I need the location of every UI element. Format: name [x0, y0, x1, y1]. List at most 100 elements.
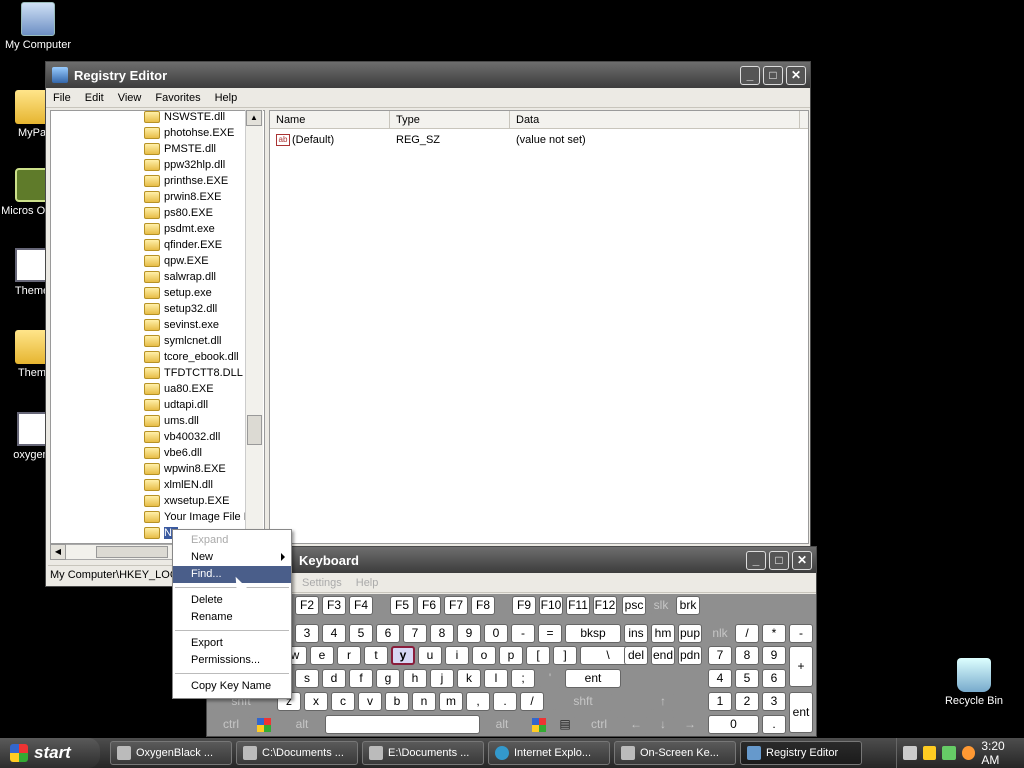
- key-alt[interactable]: alt: [482, 715, 522, 734]
- tree-item[interactable]: vbe6.dll: [51, 445, 264, 461]
- desktop-icon-my-computer[interactable]: My Computer: [0, 2, 76, 51]
- key-[interactable]: *: [762, 624, 786, 643]
- tree-item[interactable]: Your Image File N: [51, 509, 264, 525]
- tree-item[interactable]: psdmt.exe: [51, 221, 264, 237]
- start-button[interactable]: start: [0, 738, 100, 768]
- key-8[interactable]: 8: [735, 646, 759, 665]
- task-oxygenblack[interactable]: OxygenBlack ...: [110, 741, 232, 765]
- key-0[interactable]: 0: [484, 624, 508, 643]
- task-internet-explorer[interactable]: Internet Explo...: [488, 741, 610, 765]
- menu-help[interactable]: Help: [349, 577, 386, 589]
- key-F7[interactable]: F7: [444, 596, 468, 615]
- key-F6[interactable]: F6: [417, 596, 441, 615]
- key-brk[interactable]: brk: [676, 596, 700, 615]
- key-psc[interactable]: psc: [622, 596, 646, 615]
- titlebar[interactable]: Keyboard _ □ ✕: [207, 547, 816, 573]
- tree-item[interactable]: PMSTE.dll: [51, 141, 264, 157]
- registry-tree[interactable]: NSWSTE.dll photohse.EXE PMSTE.dll ppw32hlp.…: [50, 110, 265, 544]
- maximize-button[interactable]: □: [769, 550, 789, 570]
- arrow-right-key-icon[interactable]: →: [678, 715, 702, 734]
- key-s[interactable]: s: [295, 669, 319, 688]
- key-k[interactable]: k: [457, 669, 481, 688]
- tree-item[interactable]: setup32.dll: [51, 301, 264, 317]
- tree-item[interactable]: ums.dll: [51, 413, 264, 429]
- context-new[interactable]: New: [173, 549, 291, 566]
- tree-item[interactable]: qfinder.EXE: [51, 237, 264, 253]
- windows-key-icon[interactable]: [252, 715, 276, 734]
- key-ent[interactable]: ent: [789, 692, 813, 733]
- menu-edit[interactable]: Edit: [78, 92, 111, 104]
- list-row[interactable]: ab (Default) REG_SZ (value not set): [270, 131, 808, 149]
- key-[interactable]: [: [526, 646, 550, 665]
- key-b[interactable]: b: [385, 692, 409, 711]
- key-[interactable]: -: [789, 624, 813, 643]
- key-ins[interactable]: ins: [624, 624, 648, 643]
- task-registry-editor[interactable]: Registry Editor: [740, 741, 862, 765]
- key-5[interactable]: 5: [349, 624, 373, 643]
- tree-item[interactable]: printhse.EXE: [51, 173, 264, 189]
- tree-item[interactable]: prwin8.EXE: [51, 189, 264, 205]
- key-bksp[interactable]: bksp: [565, 624, 621, 643]
- key-h[interactable]: h: [403, 669, 427, 688]
- key-6[interactable]: 6: [376, 624, 400, 643]
- network-icon[interactable]: [942, 746, 956, 760]
- key-F12[interactable]: F12: [593, 596, 617, 615]
- key-F10[interactable]: F10: [539, 596, 563, 615]
- key-u[interactable]: u: [418, 646, 442, 665]
- key-nlk[interactable]: nlk: [708, 624, 732, 643]
- key-F4[interactable]: F4: [349, 596, 373, 615]
- close-button[interactable]: ✕: [786, 65, 806, 85]
- key-F5[interactable]: F5: [390, 596, 414, 615]
- tree-item[interactable]: symlcnet.dll: [51, 333, 264, 349]
- key-ctrl[interactable]: ctrl: [211, 715, 251, 734]
- key-F11[interactable]: F11: [566, 596, 590, 615]
- key-end[interactable]: end: [651, 646, 675, 665]
- key-f[interactable]: f: [349, 669, 373, 688]
- key-e[interactable]: e: [310, 646, 334, 665]
- context-rename[interactable]: Rename: [173, 609, 291, 626]
- arrow-down-key-icon[interactable]: ↓: [651, 715, 675, 734]
- key-1[interactable]: 1: [708, 692, 732, 711]
- task-e-documents[interactable]: E:\Documents ...: [362, 741, 484, 765]
- desktop-icon-recycle-bin[interactable]: Recycle Bin: [936, 658, 1012, 707]
- key-F3[interactable]: F3: [322, 596, 346, 615]
- key-x[interactable]: x: [304, 692, 328, 711]
- context-copy-key-name[interactable]: Copy Key Name: [173, 678, 291, 695]
- key-[interactable]: -: [511, 624, 535, 643]
- key-v[interactable]: v: [358, 692, 382, 711]
- context-export[interactable]: Export: [173, 635, 291, 652]
- arrow-up-key-icon[interactable]: ↑: [651, 692, 675, 711]
- key-[interactable]: =: [538, 624, 562, 643]
- tree-item[interactable]: photohse.EXE: [51, 125, 264, 141]
- key-F2[interactable]: F2: [295, 596, 319, 615]
- key-shft[interactable]: shft: [553, 692, 613, 711]
- key-[interactable]: ;: [511, 669, 535, 688]
- key-[interactable]: /: [735, 624, 759, 643]
- key-8[interactable]: 8: [430, 624, 454, 643]
- scroll-thumb[interactable]: [247, 415, 262, 445]
- menu-key-icon[interactable]: ▤: [554, 715, 576, 734]
- key-6[interactable]: 6: [762, 669, 786, 688]
- tree-item[interactable]: setup.exe: [51, 285, 264, 301]
- key-[interactable]: /: [520, 692, 544, 711]
- tree-vertical-scrollbar[interactable]: ▲: [245, 110, 263, 544]
- tree-item[interactable]: udtapi.dll: [51, 397, 264, 413]
- key-ctrl[interactable]: ctrl: [579, 715, 619, 734]
- key-t[interactable]: t: [364, 646, 388, 665]
- tree-item[interactable]: xlmlEN.dll: [51, 477, 264, 493]
- key-pup[interactable]: pup: [678, 624, 702, 643]
- menu-favorites[interactable]: Favorites: [148, 92, 207, 104]
- key-[interactable]: +: [789, 646, 813, 687]
- key-0[interactable]: 0: [708, 715, 759, 734]
- key-[interactable]: ,: [466, 692, 490, 711]
- tree-item[interactable]: qpw.EXE: [51, 253, 264, 269]
- tree-item[interactable]: TFDTCTT8.DLL: [51, 365, 264, 381]
- key-[interactable]: ]: [553, 646, 577, 665]
- key-[interactable]: ': [538, 669, 562, 688]
- key-F8[interactable]: F8: [471, 596, 495, 615]
- key-2[interactable]: 2: [735, 692, 759, 711]
- key-[interactable]: .: [762, 715, 786, 734]
- scroll-up-arrow[interactable]: ▲: [246, 110, 262, 126]
- tree-item[interactable]: wpwin8.EXE: [51, 461, 264, 477]
- key-3[interactable]: 3: [762, 692, 786, 711]
